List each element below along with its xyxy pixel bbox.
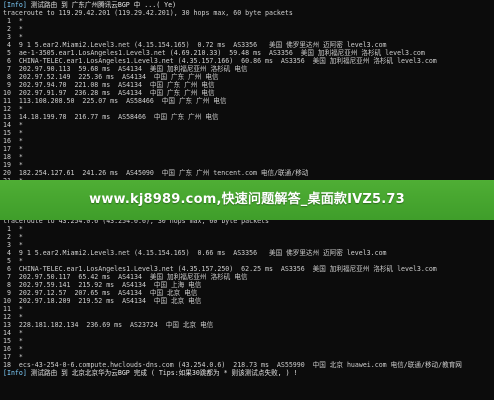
terminal-line: 2 * bbox=[3, 233, 23, 241]
terminal-line: traceroute to 119.29.42.201 (119.29.42.2… bbox=[3, 9, 293, 17]
info-tag: [Info] bbox=[3, 369, 27, 377]
watermark-text: www.kj8989.com,快速问题解答_桌面款IVZ5.73 bbox=[89, 192, 405, 207]
terminal-line: 4 9 1 5.ear2.Miami2.Level3.net (4.15.154… bbox=[3, 41, 387, 49]
terminal-line: 6 CHINA-TELEC.ear1.LosAngeles1.Level3.ne… bbox=[3, 265, 437, 273]
info-message: 测试路由 到 北京北京华为云BGP 完成 ( Tips:如果30跳都为 * 则该… bbox=[26, 369, 298, 377]
terminal-info-line: [Info] 测试路由 到 广东广州腾讯云BGP 中 ...( Ye) bbox=[3, 1, 491, 9]
terminal-line: 13 228.181.182.134 236.69 ms AS23724 中国 … bbox=[3, 321, 214, 329]
terminal-line: 16 * bbox=[3, 345, 23, 353]
terminal-line: 7 202.97.50.117 65.42 ms AS4134 美国 加利福尼亚… bbox=[3, 273, 248, 281]
terminal-line: 13 14.18.199.78 216.77 ms AS58466 中国 广东 … bbox=[3, 113, 219, 121]
terminal-line: 1 * bbox=[3, 225, 23, 233]
terminal-line: 9 202.97.94.70 221.08 ms AS4134 中国 广东 广州… bbox=[3, 81, 215, 89]
terminal-info-line: [Info] 测试路由 到 北京北京华为云BGP 完成 ( Tips:如果30跳… bbox=[3, 369, 491, 377]
terminal-line: 8 202.97.59.141 215.92 ms AS4134 中国 上海 电… bbox=[3, 281, 202, 289]
terminal-line: 15 * bbox=[3, 337, 23, 345]
terminal-line: 6 CHINA-TELEC.ear1.LosAngeles1.Level3.ne… bbox=[3, 57, 437, 65]
terminal-line: 10 202.97.18.209 219.52 ms AS4134 中国 北京 … bbox=[3, 297, 202, 305]
info-message: 测试路由 到 广东广州腾讯云BGP 中 ...( Ye) bbox=[26, 1, 177, 9]
terminal-line: 5 * bbox=[3, 257, 23, 265]
terminal-line: 11 113.108.208.50 225.07 ms AS58466 中国 广… bbox=[3, 97, 227, 105]
terminal-line: 16 * bbox=[3, 137, 23, 145]
watermark-banner: www.kj8989.com,快速问题解答_桌面款IVZ5.73 bbox=[0, 180, 494, 220]
terminal-line: 11 * bbox=[3, 305, 23, 313]
terminal-line: 1 * bbox=[3, 17, 23, 25]
terminal-line: 9 202.97.12.57 207.65 ms AS4134 中国 北京 电信 bbox=[3, 289, 198, 297]
terminal-line: 3 * bbox=[3, 33, 23, 41]
terminal-line: 18 * bbox=[3, 153, 23, 161]
terminal-line: 15 * bbox=[3, 129, 23, 137]
terminal-line: 10 202.97.91.97 236.28 ms AS4134 中国 广东 广… bbox=[3, 89, 215, 97]
terminal-line: 18 ecs-43-254-0-6.compute.hwclouds-dns.c… bbox=[3, 361, 462, 369]
terminal-line: 2 * bbox=[3, 25, 23, 33]
terminal-line: 17 * bbox=[3, 145, 23, 153]
terminal-line: 4 9 1 5.ear2.Miami2.Level3.net (4.15.154… bbox=[3, 249, 387, 257]
terminal-line: 7 202.97.90.113 59.68 ms AS4134 美国 加利福尼亚… bbox=[3, 65, 248, 73]
terminal-line: 14 * bbox=[3, 121, 23, 129]
terminal-line: 12 * bbox=[3, 105, 23, 113]
terminal-line: 8 202.97.52.149 225.36 ms AS4134 中国 广东 广… bbox=[3, 73, 219, 81]
info-tag: [Info] bbox=[3, 1, 27, 9]
terminal-line: 14 * bbox=[3, 329, 23, 337]
terminal-line: 5 ae-1-3505.ear1.LosAngeles1.Level3.net … bbox=[3, 49, 425, 57]
terminal-line: 17 * bbox=[3, 353, 23, 361]
terminal-line: 19 * bbox=[3, 161, 23, 169]
terminal-window: [Info] 测试路由 到 广东广州腾讯云BGP 中 ...( Ye) trace… bbox=[0, 0, 494, 400]
terminal-line: 3 * bbox=[3, 241, 23, 249]
terminal-line: 12 * bbox=[3, 313, 23, 321]
terminal-line: 20 182.254.127.61 241.26 ms AS45090 中国 广… bbox=[3, 169, 309, 177]
